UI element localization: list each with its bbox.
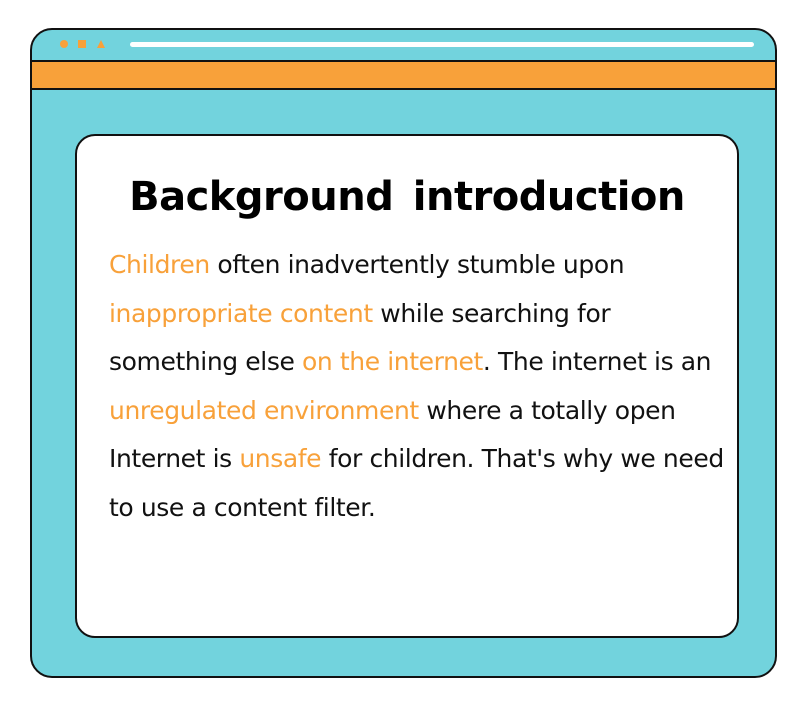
- card-paragraph: Children often inadvertently stumble upo…: [109, 241, 724, 532]
- content-card: Background introduction Children often i…: [75, 134, 739, 638]
- paragraph-segment: Children: [109, 250, 210, 279]
- square-icon[interactable]: [78, 40, 86, 48]
- dot-icon[interactable]: [60, 40, 68, 48]
- paragraph-segment: often inadvertently stumble upon: [209, 250, 625, 279]
- paragraph-segment: unregulated environment: [109, 395, 419, 425]
- triangle-icon[interactable]: [97, 40, 105, 48]
- paragraph-segment: inappropriate content: [109, 298, 373, 328]
- paragraph-segment: . The internet is an: [482, 347, 712, 376]
- paragraph-segment: on the internet: [302, 347, 483, 376]
- title-bar: [32, 30, 775, 60]
- toolbar-band: [32, 60, 775, 90]
- address-bar[interactable]: [130, 42, 754, 47]
- browser-window: Background introduction Children often i…: [30, 28, 777, 678]
- card-title: Background introduction: [129, 174, 685, 220]
- paragraph-segment: unsafe: [239, 444, 322, 473]
